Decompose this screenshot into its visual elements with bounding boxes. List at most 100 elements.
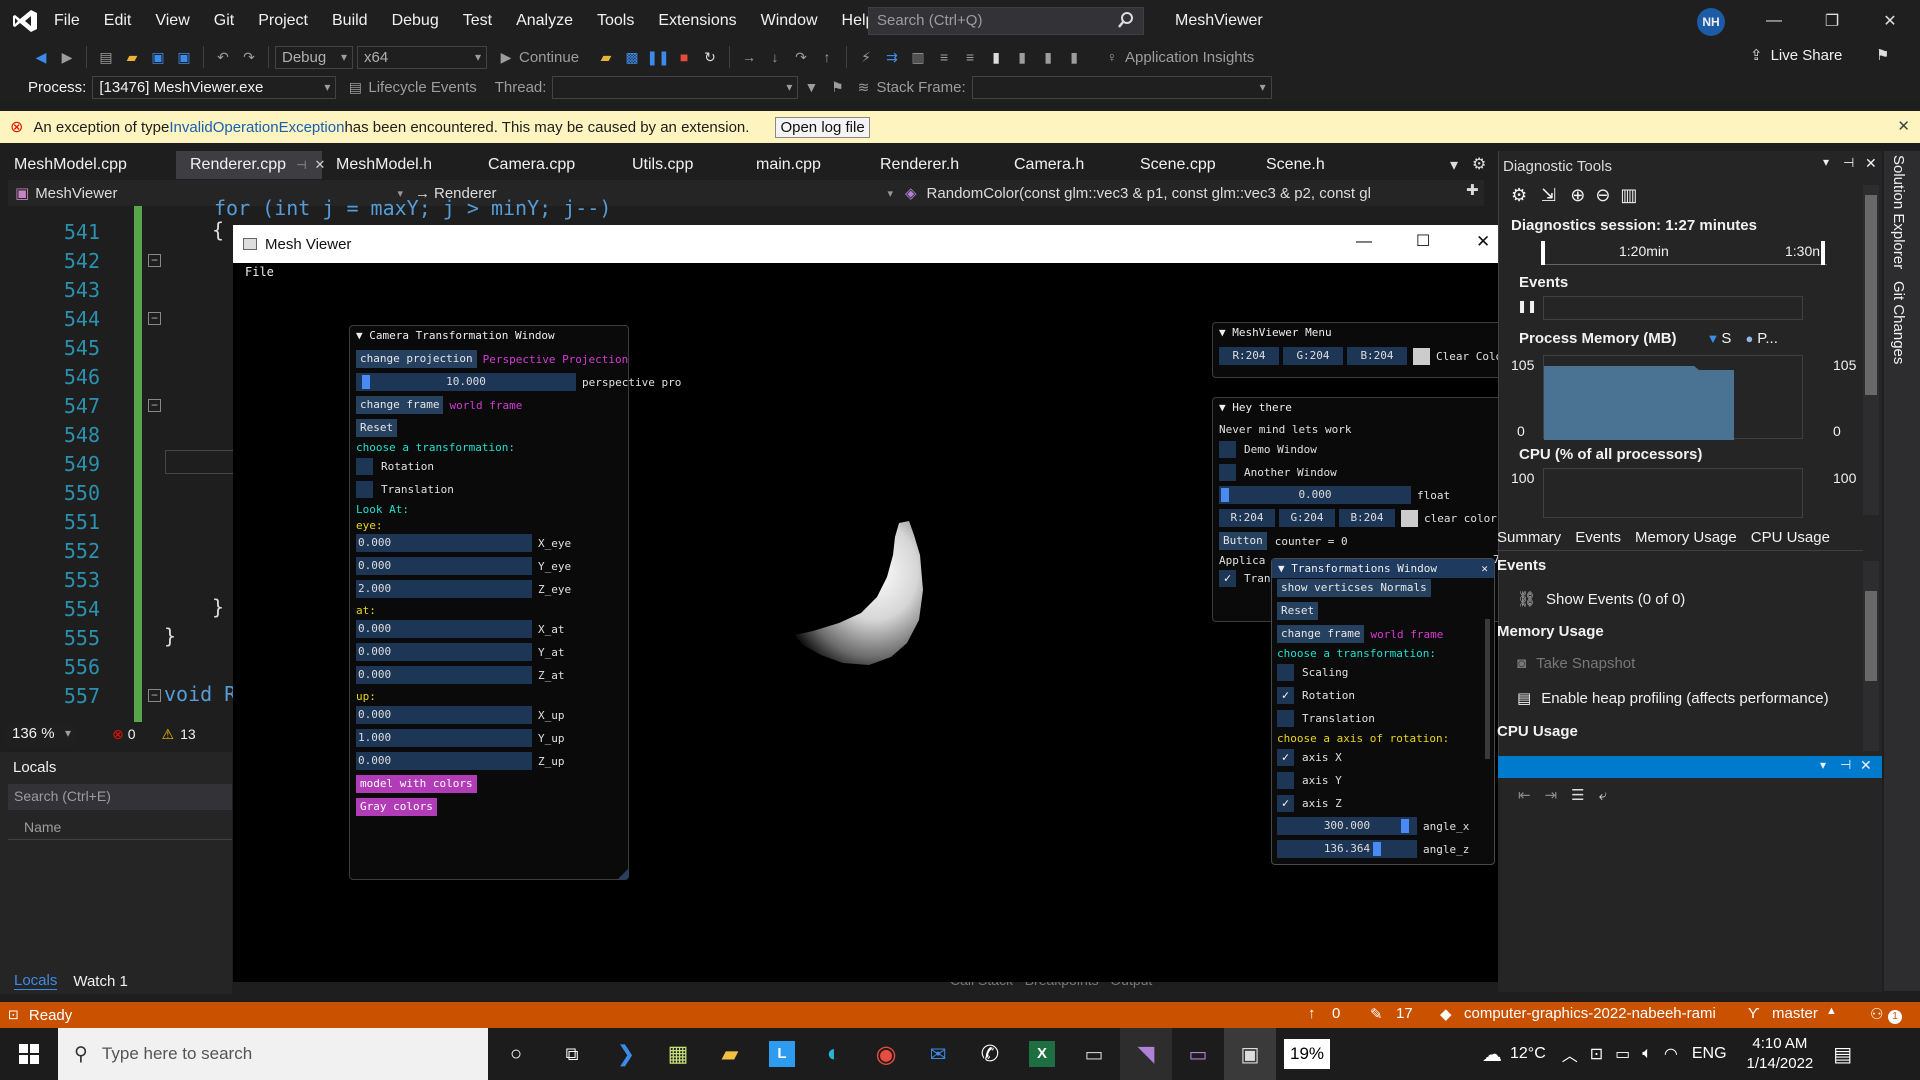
branch-menu-icon[interactable]: ▲ — [1826, 1005, 1837, 1017]
transform-change-frame-button[interactable]: change frame — [1277, 625, 1365, 643]
tab-meshmodel-cpp[interactable]: MeshModel.cpp — [0, 151, 176, 179]
menu-tools[interactable]: Tools — [585, 0, 646, 42]
transform-rotation-checkbox[interactable]: ✓ — [1277, 686, 1294, 704]
menu-window-header[interactable]: ▼ MeshViewer Menu — [1213, 323, 1513, 342]
fold-toggle[interactable]: − — [148, 689, 161, 702]
continue-button[interactable]: Continue — [519, 49, 579, 66]
lifecycle-icon[interactable]: ▤ — [344, 76, 366, 98]
mv-maximize-icon[interactable]: ☐ — [1416, 231, 1430, 251]
clear-color-blue[interactable]: B:204 — [1347, 347, 1407, 365]
wifi-icon[interactable]: ◠ — [1664, 1044, 1678, 1064]
hey-color-green[interactable]: G:204 — [1279, 509, 1335, 527]
output-pin-icon[interactable]: ⊣ — [1840, 757, 1851, 773]
save-all-icon[interactable]: ▣ — [173, 46, 195, 68]
diagnostics-icon[interactable]: ▥ — [907, 46, 929, 68]
git-changes-tab[interactable]: Git Changes — [1890, 281, 1907, 364]
change-frame-button[interactable]: change frame — [356, 396, 444, 414]
tab-locals[interactable]: Locals — [14, 972, 58, 990]
menu-window[interactable]: Window — [749, 0, 830, 42]
another-window-checkbox[interactable] — [1219, 463, 1236, 481]
hey-color-swatch[interactable] — [1401, 509, 1418, 527]
stack-icon[interactable]: ≋ — [852, 76, 874, 98]
edge-icon[interactable]: ◐ — [808, 1028, 860, 1080]
change-projection-button[interactable]: change projection — [356, 350, 477, 368]
step-over-icon[interactable]: ↷ — [790, 46, 812, 68]
cpu-graph[interactable] — [1543, 468, 1803, 518]
camera-transformation-window[interactable]: ▼ Camera Transformation Window change pr… — [349, 325, 681, 880]
feedback-icon[interactable]: ⚑ — [1876, 46, 1889, 64]
file-explorer-icon[interactable]: ▰ — [704, 1028, 756, 1080]
summary-scrollbar[interactable] — [1863, 561, 1879, 751]
pin-icon[interactable]: ⊣ — [296, 151, 306, 179]
rotation-checkbox[interactable] — [356, 457, 373, 475]
show-normals-button[interactable]: show verticses Normals — [1277, 579, 1431, 597]
platform-dropdown[interactable]: x64 — [357, 45, 487, 69]
weather-icon[interactable]: ☁ — [1482, 1042, 1502, 1067]
locals-search-input[interactable]: Search (Ctrl+E) — [8, 784, 232, 810]
menu-view[interactable]: View — [143, 0, 201, 42]
repository-name[interactable]: computer-graphics-2022-nabeeh-rami — [1464, 1005, 1716, 1022]
output-close-icon[interactable]: ✕ — [1860, 757, 1872, 774]
tab-watch-1[interactable]: Watch 1 — [73, 973, 127, 990]
screenshot-icon[interactable]: ▩ — [621, 46, 643, 68]
code-editor[interactable]: for (int j = maxY; j > minY; j--) 541 54… — [0, 196, 611, 726]
action-center-icon[interactable]: ▤ — [1833, 1042, 1852, 1067]
attach-folder-icon[interactable]: ▰ — [595, 46, 617, 68]
excel-icon[interactable]: X — [1016, 1028, 1068, 1080]
restart-icon[interactable]: ↻ — [699, 46, 721, 68]
close-infobar-icon[interactable]: ✕ — [1897, 117, 1910, 135]
angle-x-slider[interactable]: 300.000 — [1277, 817, 1417, 835]
tab-renderer-cpp[interactable]: Renderer.cpp ⊣ ✕ — [176, 151, 325, 179]
tab-cpu-usage[interactable]: CPU Usage — [1751, 529, 1830, 546]
repo-icon[interactable]: ◆ — [1440, 1005, 1452, 1023]
output-panel-header[interactable]: ▾ ⊣ ✕ — [1498, 756, 1882, 778]
live-share-button[interactable]: ⇪ Live Share — [1750, 46, 1842, 65]
word-wrap-icon[interactable]: ⤶ — [1599, 787, 1607, 804]
tab-camera-h[interactable]: Camera.h — [1000, 151, 1126, 179]
temperature[interactable]: 12°C — [1510, 1045, 1546, 1063]
stop-icon[interactable]: ■ — [673, 46, 695, 68]
open-log-file-button[interactable]: Open log file — [775, 116, 870, 138]
save-icon[interactable]: ▣ — [147, 46, 169, 68]
transform-scrollbar[interactable] — [1485, 619, 1490, 759]
hey-button[interactable]: Button — [1219, 532, 1267, 550]
z-at-input[interactable]: 0.000 — [356, 666, 532, 684]
memory-graph[interactable] — [1543, 355, 1803, 440]
fov-slider[interactable]: 10.000 — [356, 373, 576, 391]
menu-debug[interactable]: Debug — [380, 0, 451, 42]
enable-heap-profiling-link[interactable]: ▤ Enable heap profiling (affects performa… — [1517, 689, 1829, 708]
process-dropdown[interactable]: [13476] MeshViewer.exe — [92, 75, 337, 99]
warning-count[interactable]: 13 — [180, 726, 196, 742]
tab-settings-gear-icon[interactable]: ⚙ — [1472, 154, 1486, 174]
clear-color-red[interactable]: R:204 — [1219, 347, 1279, 365]
x-eye-input[interactable]: 0.000 — [356, 534, 532, 552]
diag-pin-icon[interactable]: ⊣ — [1843, 155, 1854, 171]
clear-color-swatch[interactable] — [1413, 347, 1430, 365]
changes-count[interactable]: 17 — [1396, 1005, 1413, 1022]
comment-icon[interactable]: ≡ — [933, 46, 955, 68]
whatsapp-icon[interactable]: ✆ — [964, 1028, 1016, 1080]
visual-studio-logo-icon[interactable] — [12, 9, 38, 33]
step-into-icon[interactable]: ↓ — [764, 46, 786, 68]
menu-extensions[interactable]: Extensions — [646, 0, 748, 42]
y-at-input[interactable]: 0.000 — [356, 643, 532, 661]
resize-grip-icon[interactable] — [618, 869, 628, 879]
axis-z-checkbox[interactable]: ✓ — [1277, 794, 1294, 812]
fold-toggle[interactable]: − — [148, 399, 161, 412]
pencil-icon[interactable]: ✎ — [1370, 1005, 1383, 1023]
start-button[interactable] — [0, 1028, 58, 1080]
output-scrollbar[interactable] — [1862, 816, 1878, 956]
mail-icon[interactable]: ✉ — [912, 1028, 964, 1080]
cortana-icon[interactable]: ○ — [488, 1028, 544, 1080]
flag-icon[interactable]: ⚑ — [826, 76, 848, 98]
restore-icon[interactable]: ❐ — [1803, 0, 1861, 42]
continue-icon[interactable]: ▶ — [495, 46, 517, 68]
y-eye-input[interactable]: 0.000 — [356, 557, 532, 575]
clock[interactable]: 4:10 AM 1/14/2022 — [1747, 1034, 1814, 1074]
split-icon[interactable]: ✚ — [1466, 181, 1479, 199]
timeline-ruler[interactable]: 1:20min 1:30n — [1541, 241, 1827, 265]
transformations-window[interactable]: ▼ Transformations Window ✕ show verticses… — [1271, 558, 1495, 865]
stack-frame-dropdown[interactable] — [971, 75, 1272, 99]
tab-scene-cpp[interactable]: Scene.cpp — [1126, 151, 1252, 179]
z-eye-input[interactable]: 2.000 — [356, 580, 532, 598]
